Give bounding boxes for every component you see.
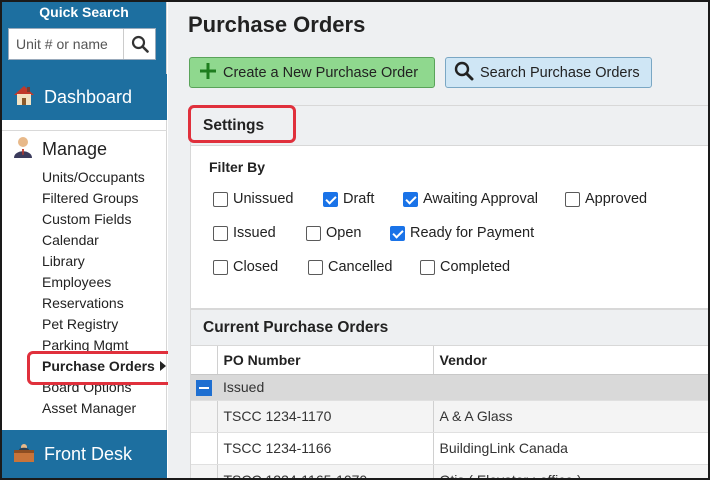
quick-search-box xyxy=(8,28,156,60)
checkbox-checked[interactable] xyxy=(323,191,338,207)
filter-open[interactable]: Open xyxy=(306,225,361,241)
filter-approved[interactable]: Approved xyxy=(565,191,647,207)
orders-table: PO Number Vendor Issued TSCC 1234-1170 A… xyxy=(191,346,708,478)
nav-front-desk[interactable]: Front Desk xyxy=(2,430,167,478)
current-orders-panel: Current Purchase Orders PO Number Vendor… xyxy=(190,309,708,478)
quick-search-button[interactable] xyxy=(123,29,155,59)
filter-unissued[interactable]: Unissued xyxy=(213,191,293,207)
column-vendor[interactable]: Vendor xyxy=(432,346,708,375)
filter-approved-label: Approved xyxy=(585,191,648,207)
checkbox[interactable] xyxy=(308,259,323,275)
filter-closed[interactable]: Closed xyxy=(213,259,278,275)
filter-issued-label: Issued xyxy=(233,225,276,241)
checkbox[interactable] xyxy=(565,191,580,207)
filter-completed-label: Completed xyxy=(440,259,511,275)
checkbox[interactable] xyxy=(213,259,228,275)
app-window: Quick Search Dashb xyxy=(0,0,710,480)
manage-header[interactable]: Manage xyxy=(2,131,167,167)
filter-draft-label: Draft xyxy=(343,191,375,207)
create-purchase-order-label: Create a New Purchase Order xyxy=(223,64,419,81)
filter-closed-label: Closed xyxy=(233,259,279,275)
filter-draft[interactable]: Draft xyxy=(323,191,374,207)
column-po-number[interactable]: PO Number xyxy=(216,346,433,375)
row-gutter xyxy=(191,464,217,478)
table-row[interactable]: TSCC 1234-1170 A & A Glass xyxy=(191,400,708,433)
filter-completed[interactable]: Completed xyxy=(420,259,510,275)
checkbox[interactable] xyxy=(213,191,228,207)
page-title: Purchase Orders xyxy=(188,12,366,37)
search-purchase-orders-label: Search Purchase Orders xyxy=(480,64,640,81)
group-label: Issued xyxy=(217,374,708,401)
filter-issued[interactable]: Issued xyxy=(213,225,276,241)
po-number-cell[interactable]: TSCC 1234-1170 xyxy=(216,400,433,433)
quick-search-panel: Quick Search xyxy=(2,2,166,74)
menu-units-occupants[interactable]: Units/Occupants xyxy=(42,167,167,188)
filter-awaiting-approval-label: Awaiting Approval xyxy=(423,191,539,207)
group-row-issued: Issued xyxy=(191,374,708,401)
row-gutter xyxy=(191,400,217,433)
menu-employees[interactable]: Employees xyxy=(42,272,167,293)
filter-open-label: Open xyxy=(326,225,362,241)
front-desk-icon xyxy=(12,441,36,468)
po-number-cell[interactable]: TSCC 1234-1165-1070 xyxy=(216,464,433,478)
vendor-cell: A & A Glass xyxy=(432,400,708,433)
filter-awaiting-approval[interactable]: Awaiting Approval xyxy=(403,191,538,207)
search-icon xyxy=(454,61,474,85)
plus-icon xyxy=(199,62,217,84)
search-purchase-orders-button[interactable]: Search Purchase Orders xyxy=(445,57,652,88)
po-number-cell[interactable]: TSCC 1234-1166 xyxy=(216,432,433,465)
table-header-row: PO Number Vendor xyxy=(191,346,708,375)
menu-library[interactable]: Library xyxy=(42,251,167,272)
filter-by-label: Filter By xyxy=(209,159,266,175)
filter-cancelled[interactable]: Cancelled xyxy=(308,259,393,275)
nav-dashboard-label: Dashboard xyxy=(44,86,133,107)
checkbox-checked[interactable] xyxy=(403,191,418,207)
search-icon xyxy=(131,35,149,53)
nav-front-desk-label: Front Desk xyxy=(44,443,133,464)
menu-reservations[interactable]: Reservations xyxy=(42,293,167,314)
filter-ready-for-payment-label: Ready for Payment xyxy=(410,225,535,241)
sidebar: Quick Search Dashb xyxy=(2,2,177,478)
filter-ready-for-payment[interactable]: Ready for Payment xyxy=(390,225,534,241)
group-toggle[interactable] xyxy=(191,374,217,401)
checkbox-checked[interactable] xyxy=(390,225,405,241)
manage-label: Manage xyxy=(42,138,108,159)
table-row[interactable]: TSCC 1234-1166 BuildingLink Canada xyxy=(191,432,708,465)
vendor-cell: BuildingLink Canada xyxy=(432,432,708,465)
purchase-orders-highlight xyxy=(27,351,177,385)
menu-pet-registry[interactable]: Pet Registry xyxy=(42,314,167,335)
house-icon xyxy=(12,84,36,111)
checkbox[interactable] xyxy=(306,225,321,241)
row-gutter xyxy=(191,432,217,465)
checkbox[interactable] xyxy=(213,225,228,241)
checkbox[interactable] xyxy=(420,259,435,275)
collapse-icon[interactable] xyxy=(196,379,212,396)
nav-dashboard[interactable]: Dashboard xyxy=(2,74,167,120)
table-gutter-header xyxy=(191,346,217,375)
filter-unissued-label: Unissued xyxy=(233,191,294,207)
menu-calendar[interactable]: Calendar xyxy=(42,230,167,251)
quick-search-input[interactable] xyxy=(9,29,123,59)
quick-search-title: Quick Search xyxy=(39,4,129,20)
person-icon xyxy=(12,136,34,163)
table-row[interactable]: TSCC 1234-1165-1070 Otis ( Elevator : of… xyxy=(191,464,708,478)
main-content: Purchase Orders Create a New Purchase Or… xyxy=(168,2,708,478)
filter-cancelled-label: Cancelled xyxy=(328,259,393,275)
settings-highlight xyxy=(188,105,296,143)
current-orders-header: Current Purchase Orders xyxy=(191,310,708,346)
menu-custom-fields[interactable]: Custom Fields xyxy=(42,209,167,230)
vendor-cell: Otis ( Elevator : office ) xyxy=(432,464,708,478)
create-purchase-order-button[interactable]: Create a New Purchase Order xyxy=(189,57,435,88)
menu-filtered-groups[interactable]: Filtered Groups xyxy=(42,188,167,209)
menu-asset-manager[interactable]: Asset Manager xyxy=(42,398,167,419)
